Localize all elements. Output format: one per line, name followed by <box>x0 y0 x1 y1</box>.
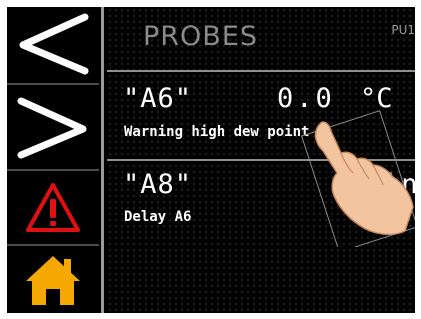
prev-button[interactable] <box>7 7 99 79</box>
chevron-left-icon <box>19 13 89 75</box>
alarm-button[interactable] <box>7 173 99 243</box>
probe-name[interactable]: "A8" <box>123 169 192 200</box>
next-button[interactable] <box>7 87 99 167</box>
home-button[interactable] <box>7 247 99 313</box>
sidebar-divider <box>7 83 99 85</box>
page-title: PROBES <box>143 21 259 52</box>
probe-status: Delay A6 <box>124 209 192 225</box>
sidebar-divider <box>7 169 99 171</box>
header-divider <box>107 70 415 72</box>
warning-icon <box>26 183 80 232</box>
unit-code: PU1 <box>391 23 415 37</box>
hmi-screen: PROBES PU1 "A6" 0.0 °C Warning high dew … <box>7 7 415 313</box>
sidebar-divider <box>7 244 99 246</box>
probe-name[interactable]: "A6" <box>123 83 192 114</box>
probe-status: Warning high dew point <box>124 124 310 140</box>
probes-panel: PROBES PU1 "A6" 0.0 °C Warning high dew … <box>107 7 415 313</box>
chevron-right-icon <box>17 97 87 159</box>
sidebar <box>7 7 99 313</box>
home-icon <box>26 256 80 305</box>
sidebar-separator <box>101 7 104 313</box>
hand-pointer-icon <box>301 110 415 247</box>
